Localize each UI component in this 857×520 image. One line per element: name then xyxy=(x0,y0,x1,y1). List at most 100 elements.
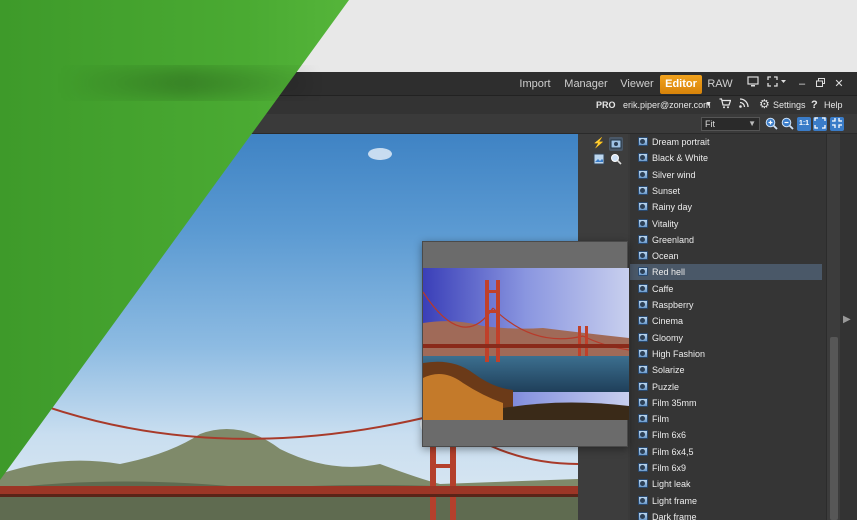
filter-item[interactable]: Rainy day xyxy=(630,199,822,215)
zoom-1to1-icon[interactable]: 1:1 xyxy=(797,117,811,131)
camera-icon xyxy=(638,365,648,375)
monitor-icon[interactable] xyxy=(745,75,761,93)
zoom-out-icon[interactable] xyxy=(780,117,794,131)
camera-icon xyxy=(638,316,648,326)
camera-icon xyxy=(638,348,648,358)
filter-item-label: High Fashion xyxy=(652,348,706,359)
filter-item[interactable]: Cinema xyxy=(630,313,822,329)
zoner-editor-window: Import Manager Viewer Editor RAW ‒ ✕ PRO… xyxy=(0,72,857,520)
filter-item[interactable]: Film 6x4,5 xyxy=(630,444,822,460)
filter-item[interactable]: Dream portrait xyxy=(630,134,822,150)
filter-item[interactable]: Dark frame xyxy=(630,509,822,520)
filter-item-label: Sunset xyxy=(652,185,681,196)
filter-item-label: Ocean xyxy=(652,251,679,262)
filter-item[interactable]: Light leak xyxy=(630,476,822,492)
filter-list: Dream portrait Black & White Silver wind Su… xyxy=(630,134,826,520)
camera-icon xyxy=(638,283,648,293)
filter-item-label: Red hell xyxy=(652,267,686,278)
tab-editor[interactable]: Editor xyxy=(660,75,702,94)
filter-item[interactable]: Ocean xyxy=(630,248,822,264)
camera-icon xyxy=(638,430,648,440)
toolbar: Fit ▼ 1:1 xyxy=(0,114,857,134)
filter-item-label: Film 6x4,5 xyxy=(652,446,694,457)
filter-item-label: Dark frame xyxy=(652,511,697,520)
camera-icon xyxy=(638,218,648,228)
filter-list-scrollbar[interactable] xyxy=(826,134,840,520)
filter-item[interactable]: High Fashion xyxy=(630,346,822,362)
filter-item[interactable]: Solarize xyxy=(630,362,822,378)
filter-item-label: Solarize xyxy=(652,365,685,376)
camera-icon xyxy=(638,381,648,391)
camera-icon xyxy=(638,169,648,179)
filter-item[interactable]: Film 6x9 xyxy=(630,460,822,476)
chevron-right-icon[interactable]: ▶ xyxy=(843,314,851,325)
camera-icon xyxy=(638,463,648,472)
filter-item-label: Film 6x9 xyxy=(652,463,687,473)
restore-button[interactable] xyxy=(813,75,827,93)
cart-icon[interactable] xyxy=(719,98,733,112)
filter-item-label: Black & White xyxy=(652,153,709,164)
fit-to-window-icon[interactable] xyxy=(813,117,827,131)
filter-item-label: Film 35mm xyxy=(652,397,697,408)
filter-item[interactable]: Caffe xyxy=(630,281,822,297)
camera-icon xyxy=(638,251,648,261)
camera-icon xyxy=(638,332,648,342)
chevron-down-icon: ▼ xyxy=(748,119,756,128)
filter-item[interactable]: Film 6x6 xyxy=(630,427,822,443)
lightning-icon[interactable]: ⚡ xyxy=(592,137,606,151)
camera-icon xyxy=(638,300,648,309)
right-panel-edge[interactable]: ▶ xyxy=(840,134,857,520)
filter-item[interactable]: Film 35mm xyxy=(630,395,822,411)
tab-raw[interactable]: RAW xyxy=(706,75,734,94)
minimize-button[interactable]: ‒ xyxy=(796,75,808,93)
zoom-select[interactable]: Fit ▼ xyxy=(701,117,760,131)
camera-icon xyxy=(638,234,648,244)
edition-badge: PRO xyxy=(596,100,616,110)
camera-icon xyxy=(638,397,648,407)
camera-icon xyxy=(638,414,648,424)
camera-icon xyxy=(638,495,648,505)
filter-item-label: Greenland xyxy=(652,234,695,245)
filter-item-label: Light leak xyxy=(652,479,691,490)
fullscreen-icon[interactable] xyxy=(765,75,789,93)
filter-item[interactable]: Film xyxy=(630,411,822,427)
tab-manager[interactable]: Manager xyxy=(562,75,610,94)
filter-item[interactable]: Gloomy xyxy=(630,330,822,346)
zoom-value: Fit xyxy=(705,119,715,129)
filter-item[interactable]: Light frame xyxy=(630,493,822,509)
settings-link[interactable]: Settings xyxy=(773,98,806,112)
filter-item[interactable]: Silver wind xyxy=(630,167,822,183)
account-bar: PRO erik.piper@zoner.com ▼ ⚙ Settings ? … xyxy=(0,96,857,114)
filter-item[interactable]: Raspberry xyxy=(630,297,822,313)
filter-item[interactable]: Vitality xyxy=(630,216,822,232)
close-button[interactable]: ✕ xyxy=(832,75,846,93)
magnifier-icon[interactable] xyxy=(609,153,623,167)
filter-item-label: Film xyxy=(652,414,669,425)
gear-icon[interactable]: ⚙ xyxy=(759,98,771,112)
filter-item-label: Caffe xyxy=(652,283,674,294)
help-link[interactable]: Help xyxy=(824,98,843,112)
camera-icon xyxy=(638,479,648,489)
filter-item[interactable]: Black & White xyxy=(630,150,822,166)
filter-item-label: Raspberry xyxy=(652,300,694,310)
scroll-thumb[interactable] xyxy=(830,337,838,520)
fill-window-icon[interactable] xyxy=(830,117,844,131)
effects-icon[interactable] xyxy=(609,137,623,151)
zoom-in-icon[interactable] xyxy=(764,117,778,131)
tab-viewer[interactable]: Viewer xyxy=(617,75,657,94)
filter-item-label: Puzzle xyxy=(652,381,680,392)
rss-icon[interactable] xyxy=(739,98,751,112)
tab-import[interactable]: Import xyxy=(515,75,555,94)
camera-icon xyxy=(638,185,648,195)
filter-item-label: Cinema xyxy=(652,316,684,327)
filter-item[interactable]: Greenland xyxy=(630,232,822,248)
filter-item[interactable]: Puzzle xyxy=(630,379,822,395)
filter-item-label: Gloomy xyxy=(652,332,684,343)
image-adjust-icon[interactable] xyxy=(592,153,606,167)
filter-item[interactable]: Sunset xyxy=(630,183,822,199)
filter-item[interactable]: Red hell xyxy=(630,264,822,281)
chevron-down-icon[interactable]: ▼ xyxy=(705,98,713,112)
help-icon[interactable]: ? xyxy=(811,98,818,112)
filter-item-label: Rainy day xyxy=(652,202,693,213)
account-email[interactable]: erik.piper@zoner.com xyxy=(623,98,711,112)
